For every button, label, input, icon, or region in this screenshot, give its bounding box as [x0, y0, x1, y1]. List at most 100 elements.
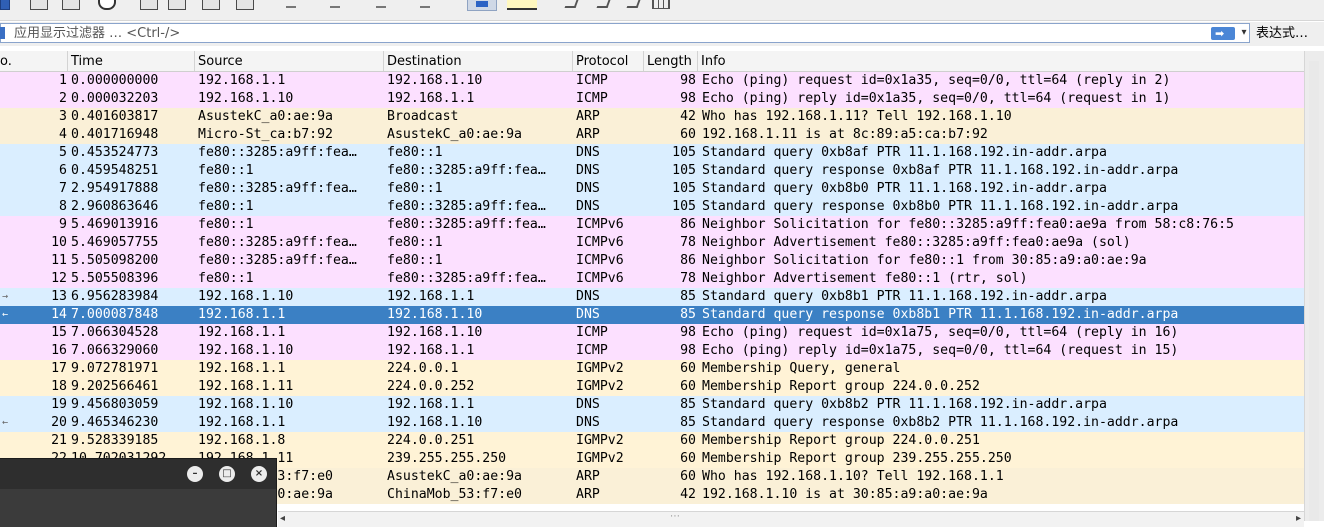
packet-info: Neighbor Solicitation for fe80::3285:a9f… [702, 217, 1234, 232]
packet-length: 98 [680, 343, 696, 358]
packet-protocol: ICMP [576, 73, 608, 88]
table-row[interactable]: 18 9.202566461 192.168.1.11 224.0.0.252 IGMP… [0, 378, 1304, 396]
table-row[interactable]: 9 5.469013916 fe80::1 fe80::3285:a9ff:fea… I… [0, 216, 1304, 234]
table-row[interactable]: 15 7.066304528 192.168.1.1 192.168.1.10 ICMP… [0, 324, 1304, 342]
start-capture-icon[interactable] [0, 0, 10, 10]
horizontal-scrollbar[interactable]: ◂ ⋯ ▸ [278, 511, 1304, 527]
packet-time: 0.453524773 [71, 145, 159, 160]
maximize-icon[interactable]: □ [219, 466, 235, 482]
packet-source: 192.168.1.1 [198, 361, 286, 376]
packet-number: 19 [51, 397, 67, 412]
packet-length: 85 [680, 289, 696, 304]
display-filter-input[interactable]: 应用显示过滤器 … <Ctrl-/> ➡ ▾ [0, 23, 1250, 43]
last-packet-icon[interactable] [420, 0, 430, 8]
apply-filter-button[interactable]: ➡ [1211, 27, 1235, 40]
packet-time: 0.000032203 [71, 91, 159, 106]
packet-destination: AsustekC_a0:ae:9a [387, 127, 522, 142]
packet-destination: 192.168.1.1 [387, 397, 475, 412]
table-row[interactable]: 1 0.000000000 192.168.1.1 192.168.1.10 ICMP 9… [0, 72, 1304, 90]
packet-length: 60 [680, 451, 696, 466]
close-icon[interactable]: × [251, 466, 267, 482]
open-file-icon[interactable] [30, 0, 48, 10]
go-forward-icon[interactable] [236, 0, 254, 10]
table-row-selected[interactable]: ← 14 7.000087848 192.168.1.1 192.168.1.10 DNS… [0, 306, 1304, 324]
close-file-icon[interactable] [98, 0, 116, 10]
column-header-no[interactable]: o. [0, 51, 68, 71]
packet-destination: 224.0.0.252 [387, 379, 475, 394]
column-header-protocol[interactable]: Protocol [573, 51, 644, 71]
table-row[interactable]: 5 0.453524773 fe80::3285:a9ff:fea… fe80::1 D… [0, 144, 1304, 162]
zoom-in-icon[interactable] [564, 0, 579, 8]
table-row[interactable]: 17 9.072781971 192.168.1.1 224.0.0.1 IGMPv2 6… [0, 360, 1304, 378]
column-header-destination[interactable]: Destination [384, 51, 573, 71]
vertical-scrollbar[interactable] [1304, 51, 1324, 521]
packet-protocol: IGMPv2 [576, 451, 624, 466]
packet-length: 105 [672, 199, 696, 214]
packet-protocol: ICMPv6 [576, 235, 624, 250]
normal-size-icon[interactable] [626, 0, 641, 8]
packet-length: 78 [680, 271, 696, 286]
table-row[interactable]: → 13 6.956283984 192.168.1.10 192.168.1.1 DNS… [0, 288, 1304, 306]
auto-scroll-icon[interactable] [467, 0, 497, 11]
packet-length: 105 [672, 145, 696, 160]
next-packet-icon[interactable] [330, 0, 340, 8]
table-row[interactable]: 16 7.066329060 192.168.1.10 192.168.1.1 ICMP… [0, 342, 1304, 360]
packet-time: 9.202566461 [71, 379, 159, 394]
column-header-length[interactable]: Length [644, 51, 698, 71]
column-header-time[interactable]: Time [68, 51, 195, 71]
table-row[interactable]: 3 0.401603817 AsustekC_a0:ae:9a Broadcast AR… [0, 108, 1304, 126]
scroll-left-icon[interactable]: ◂ [280, 512, 285, 526]
first-packet-icon[interactable] [376, 0, 386, 8]
packet-length: 98 [680, 91, 696, 106]
chevron-down-icon[interactable]: ▾ [1239, 26, 1249, 40]
scroll-right-icon[interactable]: ▸ [1296, 512, 1301, 526]
resize-columns-icon[interactable] [652, 0, 670, 9]
table-row[interactable]: 6 0.459548251 fe80::1 fe80::3285:a9ff:fea… D… [0, 162, 1304, 180]
table-row[interactable]: 11 5.505098200 fe80::3285:a9ff:fea… fe80::1… [0, 252, 1304, 270]
table-row[interactable]: 7 2.954917888 fe80::3285:a9ff:fea… fe80::1 D… [0, 180, 1304, 198]
packet-destination: 192.168.1.10 [387, 325, 483, 340]
table-row[interactable]: 21 9.528339185 192.168.1.8 224.0.0.251 IGMPv… [0, 432, 1304, 450]
packet-protocol: IGMPv2 [576, 379, 624, 394]
bookmark-icon[interactable] [0, 27, 5, 39]
zoom-out-icon[interactable] [596, 0, 611, 8]
previous-packet-icon[interactable] [286, 0, 296, 8]
table-row[interactable]: 12 5.505508396 fe80::1 fe80::3285:a9ff:fea…… [0, 270, 1304, 288]
packet-source: 192.168.1.10 [198, 343, 294, 358]
go-back-icon[interactable] [202, 0, 220, 10]
packet-list: o. Time Source Destination Protocol Leng… [0, 51, 1304, 521]
packet-time: 7.000087848 [71, 307, 159, 322]
packet-protocol: ICMP [576, 91, 608, 106]
packet-length: 86 [680, 217, 696, 232]
colorize-icon[interactable] [507, 0, 537, 10]
packet-source: AsustekC_a0:ae:9a [198, 109, 333, 124]
table-row[interactable]: 10 5.469057755 fe80::3285:a9ff:fea… fe80::1… [0, 234, 1304, 252]
expression-button[interactable]: 表达式… [1256, 24, 1308, 44]
packet-protocol: ARP [576, 127, 600, 142]
display-filter-bar: 应用显示过滤器 … <Ctrl-/> ➡ ▾ 表达式… [0, 22, 1324, 46]
packet-length: 85 [680, 397, 696, 412]
save-file-icon[interactable] [62, 0, 80, 10]
table-row[interactable]: 2 0.000032203 192.168.1.10 192.168.1.1 ICMP 9… [0, 90, 1304, 108]
table-row[interactable]: ← 20 9.465346230 192.168.1.1 192.168.1.10 DNS… [0, 414, 1304, 432]
table-row[interactable]: 8 2.960863646 fe80::1 fe80::3285:a9ff:fea… D… [0, 198, 1304, 216]
column-header-source[interactable]: Source [195, 51, 384, 71]
reload-icon[interactable] [140, 0, 158, 10]
find-packet-icon[interactable] [168, 0, 186, 10]
scrollbar-thumb[interactable] [1309, 61, 1319, 521]
column-header-info[interactable]: Info [698, 51, 1304, 71]
packet-protocol: IGMPv2 [576, 361, 624, 376]
packet-protocol: ICMPv6 [576, 253, 624, 268]
packet-number: 12 [51, 271, 67, 286]
window-titlebar[interactable]: – □ × [0, 459, 276, 489]
packet-number: 17 [51, 361, 67, 376]
packet-list-header: o. Time Source Destination Protocol Leng… [0, 51, 1304, 72]
packet-protocol: ARP [576, 109, 600, 124]
packet-protocol: DNS [576, 145, 600, 160]
packet-source: 192.168.1.10 [198, 289, 294, 304]
minimize-icon[interactable]: – [187, 466, 203, 482]
table-row[interactable]: 4 0.401716948 Micro-St_ca:b7:92 AsustekC_a0… [0, 126, 1304, 144]
packet-destination: 192.168.1.1 [387, 289, 475, 304]
packet-length: 98 [680, 73, 696, 88]
table-row[interactable]: 19 9.456803059 192.168.1.10 192.168.1.1 DNS 8… [0, 396, 1304, 414]
